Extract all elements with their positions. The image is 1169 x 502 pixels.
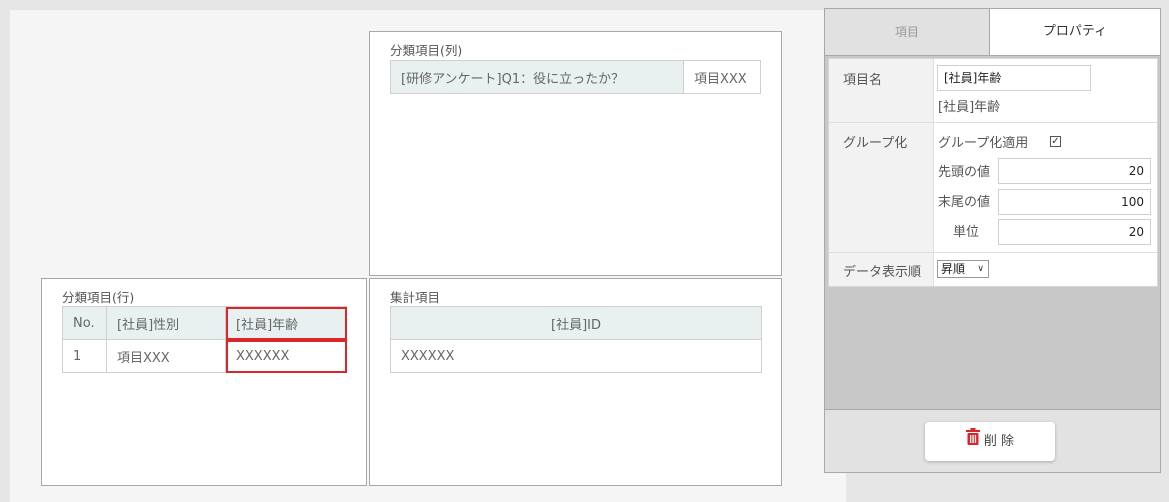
aggregate-header[interactable]: [社員]ID <box>390 306 762 340</box>
grouping-apply-label: グループ化適用 <box>938 136 1029 151</box>
chevron-down-icon: ∨ <box>977 264 984 274</box>
aggregate-title: 集計項目 <box>390 290 441 305</box>
properties-form: 項目名 [社員]年齢 [社員]年齢 グループ化 グループ化適用 ✓ 先頭の値 2… <box>828 58 1158 287</box>
item-name-label: 項目名 <box>843 73 883 88</box>
column-category-box[interactable]: 分類項目(列) [研修アンケート]Q1：役に立ったか？ 項目XXX <box>369 31 782 276</box>
grouping-label: グループ化 <box>843 136 908 151</box>
unit-input[interactable]: 20 <box>998 219 1151 245</box>
row-cell-age[interactable]: XXXXXX <box>225 339 347 373</box>
column-category-value[interactable]: 項目XXX <box>683 60 761 94</box>
row-header-age[interactable]: [社員]年齢 <box>225 306 347 340</box>
divider <box>829 122 1157 123</box>
properties-panel: 項目 プロパティ 項目名 [社員]年齢 [社員]年齢 グループ化 グループ化適用… <box>824 8 1161 473</box>
last-value-label: 末尾の値 <box>938 195 991 210</box>
row-cell-gender: 項目XXX <box>106 339 226 373</box>
row-cell-no: 1 <box>62 339 107 373</box>
unit-label: 単位 <box>953 225 980 240</box>
last-value-input[interactable]: 100 <box>998 189 1151 215</box>
first-value-label: 先頭の値 <box>938 165 991 180</box>
tabs-divider <box>825 55 1160 56</box>
column-category-title: 分類項目(列) <box>390 43 463 58</box>
panel-tabs: 項目 プロパティ <box>825 9 1160 56</box>
column-category-item[interactable]: [研修アンケート]Q1：役に立ったか？ <box>390 60 684 94</box>
display-order-select[interactable]: 昇順 ∨ <box>937 260 989 278</box>
row-category-box[interactable]: 分類項目(行) No. [社員]性別 [社員]年齢 1 項目XXX XXXXXX <box>41 278 367 486</box>
row-header-no[interactable]: No. <box>62 306 107 340</box>
delete-button[interactable]: 削 除 <box>925 422 1055 461</box>
trash-icon <box>965 422 980 461</box>
delete-label: 削 除 <box>983 434 1015 449</box>
item-name-input[interactable]: [社員]年齢 <box>937 65 1091 91</box>
aggregate-value: XXXXXX <box>390 339 762 373</box>
row-category-title: 分類項目(行) <box>62 290 135 305</box>
tab-properties[interactable]: プロパティ <box>990 9 1160 55</box>
display-order-value: 昇順 <box>941 262 966 276</box>
panel-footer: 削 除 <box>825 410 1160 472</box>
divider <box>829 252 1157 253</box>
item-name-original: [社員]年齢 <box>938 100 1001 115</box>
display-order-label: データ表示順 <box>843 265 922 280</box>
aggregate-box[interactable]: 集計項目 [社員]ID XXXXXX <box>369 278 782 486</box>
first-value-input[interactable]: 20 <box>998 158 1151 184</box>
grouping-apply-checkbox[interactable]: ✓ <box>1050 136 1061 147</box>
tab-items[interactable]: 項目 <box>825 9 990 55</box>
row-header-gender[interactable]: [社員]性別 <box>106 306 226 340</box>
